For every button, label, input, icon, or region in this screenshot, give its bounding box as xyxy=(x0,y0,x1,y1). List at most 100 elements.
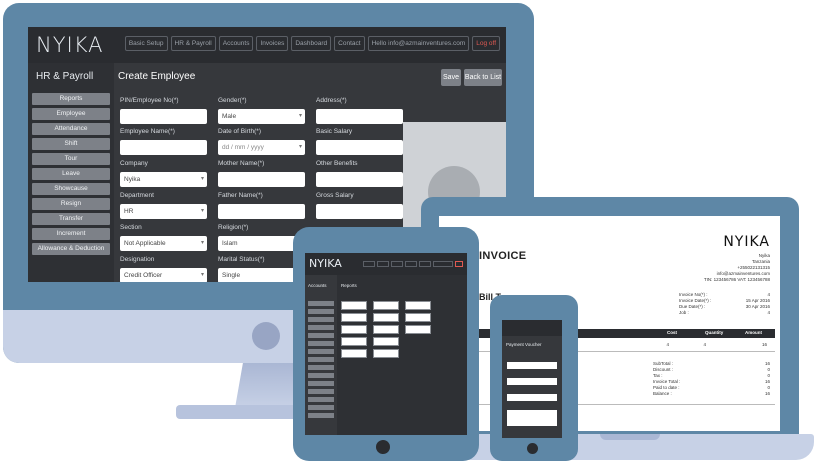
company-name: Nyika xyxy=(758,253,770,258)
tablet-sidebar-item[interactable] xyxy=(308,357,334,362)
phone-form-field[interactable] xyxy=(507,394,557,401)
tablet-sidebar-item[interactable] xyxy=(308,301,334,306)
tablet-report-field[interactable] xyxy=(341,349,367,358)
other-benefits-input[interactable] xyxy=(316,172,403,187)
tablet-report-button[interactable] xyxy=(405,325,431,334)
pin-label: PIN/Employee No(*) xyxy=(120,97,179,104)
tablet-sidebar-item[interactable] xyxy=(308,405,334,410)
nav-contact[interactable]: Contact xyxy=(334,36,365,51)
pin-input[interactable] xyxy=(120,109,207,124)
tablet-sidebar-item[interactable] xyxy=(308,373,334,378)
marital-status-label: Marital Status(*) xyxy=(218,256,265,263)
nav-accounts[interactable]: Accounts xyxy=(218,36,254,51)
responsive-showcase: NYIKA Basic Setup HR & Payroll Accounts … xyxy=(0,0,817,466)
tablet-sidebar: Accounts xyxy=(305,275,337,435)
mother-name-input[interactable] xyxy=(218,172,305,187)
tablet-logoff[interactable] xyxy=(455,261,463,267)
department-label: Department xyxy=(120,192,154,199)
top-navbar: NYIKA Basic Setup HR & Payroll Accounts … xyxy=(28,27,506,63)
tablet-report-field[interactable] xyxy=(341,337,367,346)
tablet-screen: NYIKA Accounts Reports xyxy=(305,253,467,435)
sidebar-item-shift[interactable]: Shift xyxy=(32,138,110,150)
sidebar-item-showcause[interactable]: Showcause xyxy=(32,183,110,195)
address-input[interactable] xyxy=(316,109,403,124)
cost-header: Cost xyxy=(667,330,677,335)
tablet-report-button[interactable] xyxy=(373,313,399,322)
tablet-sidebar-item[interactable] xyxy=(308,365,334,370)
sidebar-item-reports[interactable]: Reports xyxy=(32,93,110,105)
gross-salary-input[interactable] xyxy=(316,204,403,219)
tablet-sidebar-item[interactable] xyxy=(308,397,334,402)
logoff-button[interactable]: Log off xyxy=(472,36,500,51)
designation-select[interactable]: Credit Officer ▾ xyxy=(120,268,207,282)
sidebar: HR & Payroll Reports Employee Attendance… xyxy=(28,63,114,282)
tablet-nav-item[interactable] xyxy=(391,261,403,267)
company-country: Tanzania xyxy=(751,259,770,264)
tablet-nav-item[interactable] xyxy=(405,261,417,267)
tablet-report-button[interactable] xyxy=(405,313,431,322)
marital-status-select[interactable]: Single▾ xyxy=(218,268,305,282)
save-button[interactable]: Save xyxy=(441,69,461,86)
tablet-nav-item[interactable] xyxy=(419,261,431,267)
job-value: 4 xyxy=(767,310,770,315)
tablet-sidebar-item[interactable] xyxy=(308,309,334,314)
invoice-no-label: Invoice No(*) : xyxy=(679,292,708,297)
sidebar-item-employee[interactable]: Employee xyxy=(32,108,110,120)
company-phone: +255022131315 xyxy=(737,265,770,270)
sidebar-item-transfer[interactable]: Transfer xyxy=(32,213,110,225)
father-name-label: Father Name(*) xyxy=(218,192,263,199)
nav-basic-setup[interactable]: Basic Setup xyxy=(124,36,168,51)
tablet-report-button[interactable] xyxy=(373,337,399,346)
section-select[interactable]: Not Applicable ▾ xyxy=(120,236,207,251)
discount-label: Discount : xyxy=(653,367,674,372)
tablet-sidebar-item[interactable] xyxy=(308,389,334,394)
tablet-sidebar-item[interactable] xyxy=(308,413,334,418)
brand-logo[interactable]: NYIKA xyxy=(36,33,104,57)
nav-dashboard[interactable]: Dashboard xyxy=(291,36,332,51)
dob-input[interactable]: dd / mm / yyyy ▾ xyxy=(218,140,305,155)
tablet-nav-item[interactable] xyxy=(363,261,375,267)
tablet-nav-item[interactable] xyxy=(433,261,453,267)
tablet-sidebar-item[interactable] xyxy=(308,349,334,354)
sidebar-item-leave[interactable]: Leave xyxy=(32,168,110,180)
gender-select[interactable]: Male ▾ xyxy=(218,109,305,124)
nav-hr-payroll[interactable]: HR & Payroll xyxy=(170,36,216,51)
sidebar-item-resign[interactable]: Resign xyxy=(32,198,110,210)
tablet-nav-item[interactable] xyxy=(377,261,389,267)
sidebar-item-tour[interactable]: Tour xyxy=(32,153,110,165)
phone-form-field[interactable] xyxy=(507,362,557,369)
department-select[interactable]: HR ▾ xyxy=(120,204,207,219)
basic-salary-label: Basic Salary xyxy=(316,128,353,135)
chevron-down-icon: ▾ xyxy=(200,176,204,182)
back-to-list-button[interactable]: Back to List xyxy=(464,69,502,86)
sidebar-item-allowance-deduction[interactable]: Allowance & Deduction xyxy=(32,243,110,255)
employee-name-input[interactable] xyxy=(120,140,207,155)
sidebar-item-increment[interactable]: Increment xyxy=(32,228,110,240)
designation-label: Designation xyxy=(120,256,155,263)
tablet-sidebar-item[interactable] xyxy=(308,341,334,346)
tablet-report-field[interactable] xyxy=(341,301,367,310)
tablet-sidebar-item[interactable] xyxy=(308,317,334,322)
company-label: Company xyxy=(120,160,148,167)
religion-select[interactable]: Islam▾ xyxy=(218,236,305,251)
phone-form-field[interactable] xyxy=(507,378,557,385)
tablet-report-button[interactable] xyxy=(373,301,399,310)
tablet-sidebar-item[interactable] xyxy=(308,325,334,330)
tablet-sidebar-item[interactable] xyxy=(308,381,334,386)
laptop-hinge xyxy=(600,434,660,440)
nav-invoices[interactable]: Invoices xyxy=(256,36,289,51)
father-name-input[interactable] xyxy=(218,204,305,219)
tablet-report-button[interactable] xyxy=(373,325,399,334)
tablet-logo[interactable]: NYIKA xyxy=(309,257,342,270)
nav-user-greeting[interactable]: Hello info@azmainventures.com xyxy=(367,36,470,51)
tablet-sidebar-item[interactable] xyxy=(308,333,334,338)
basic-salary-input[interactable] xyxy=(316,140,403,155)
tablet-main-title: Reports xyxy=(341,283,357,288)
tablet-report-button[interactable] xyxy=(405,301,431,310)
tablet-report-button[interactable] xyxy=(373,349,399,358)
company-select[interactable]: Nyika ▾ xyxy=(120,172,207,187)
tablet-report-field[interactable] xyxy=(341,325,367,334)
tablet-report-field[interactable] xyxy=(341,313,367,322)
phone-form-field[interactable] xyxy=(507,410,557,426)
sidebar-item-attendance[interactable]: Attendance xyxy=(32,123,110,135)
